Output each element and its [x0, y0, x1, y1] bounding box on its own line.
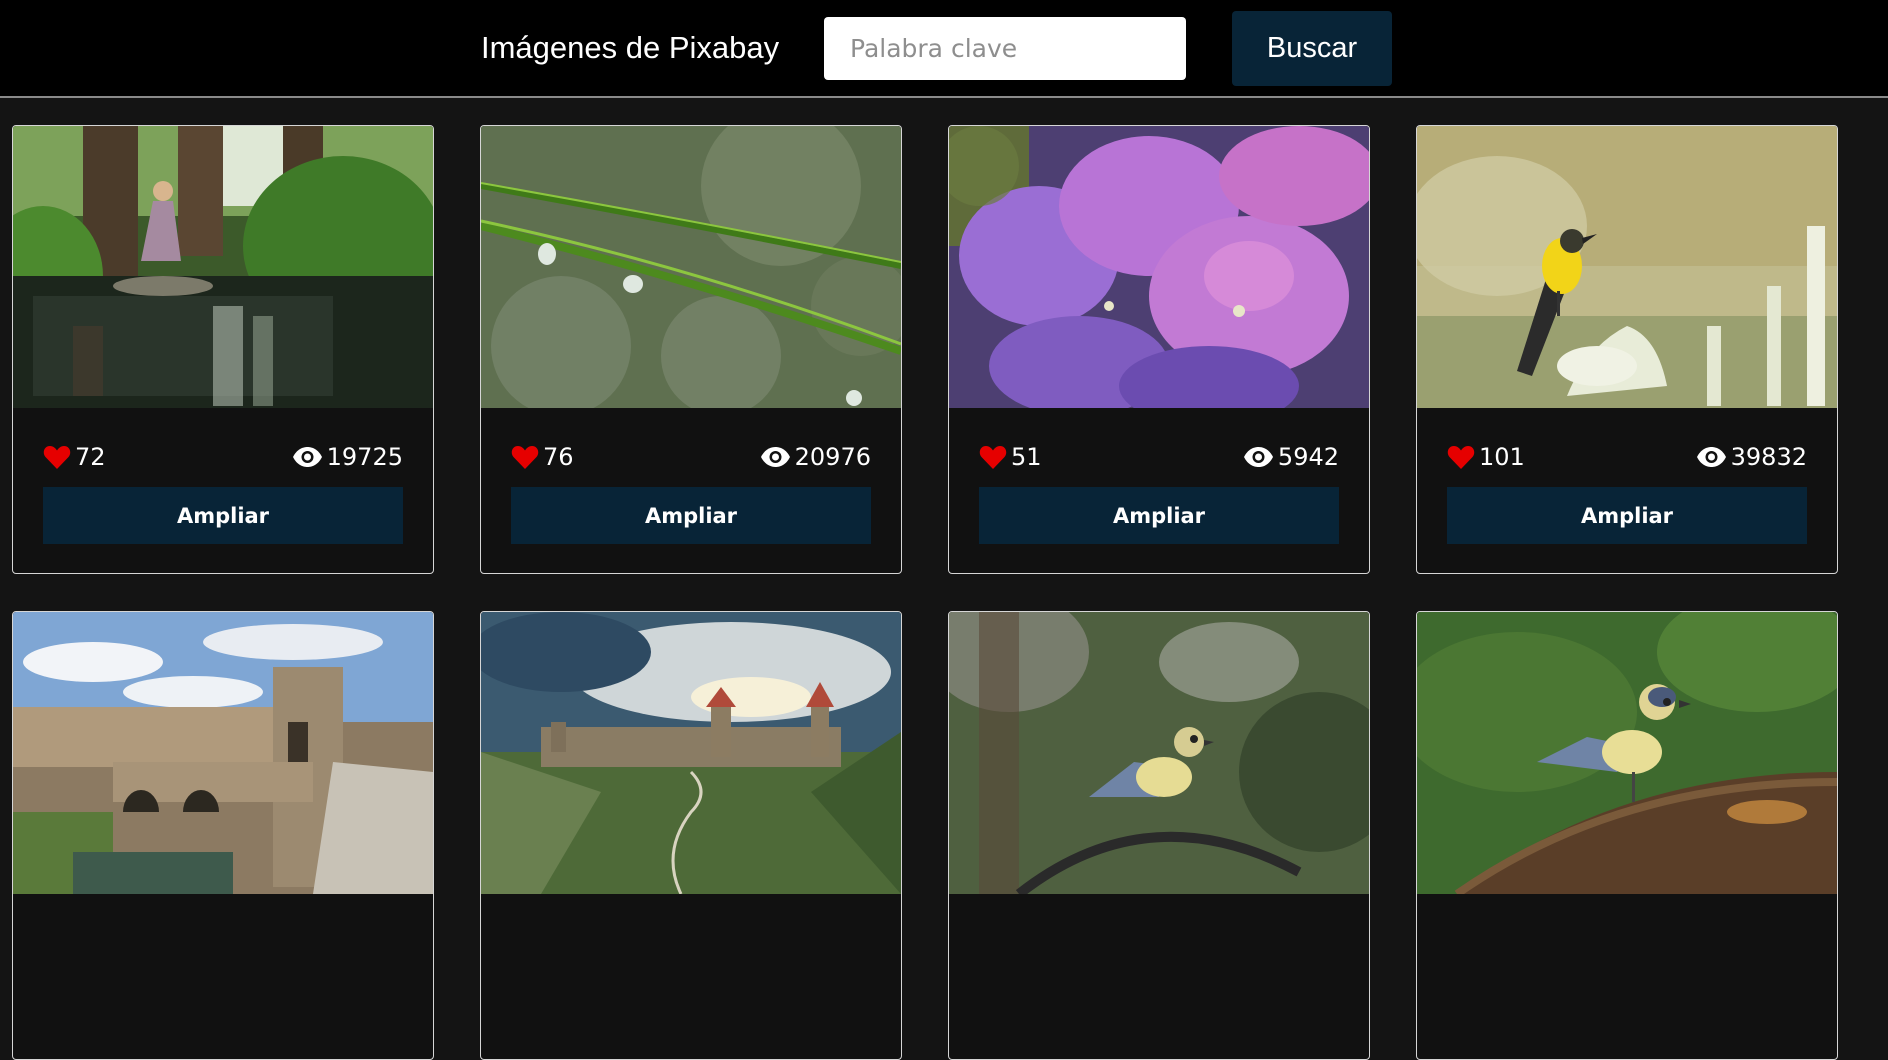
photo-purple-hydrangea — [949, 126, 1369, 408]
image-thumbnail[interactable] — [481, 612, 901, 894]
likes-count: 101 — [1447, 440, 1525, 474]
views-value: 20976 — [794, 443, 871, 471]
photo-grass-water-drops — [481, 126, 901, 408]
image-thumbnail[interactable] — [1417, 126, 1837, 408]
views-count: 5942 — [1243, 440, 1339, 474]
image-thumbnail[interactable] — [949, 612, 1369, 894]
photo-yellow-bird-flowers — [1417, 126, 1837, 408]
enlarge-button[interactable]: Ampliar — [511, 487, 871, 544]
eye-icon — [760, 447, 790, 467]
heart-icon — [979, 446, 1007, 469]
site-title: Imágenes de Pixabay — [481, 30, 780, 65]
enlarge-button[interactable]: Ampliar — [1447, 487, 1807, 544]
image-card: 72 19725 Ampliar — [12, 125, 434, 574]
image-thumbnail[interactable] — [13, 126, 433, 408]
views-value: 19725 — [326, 443, 403, 471]
photo-castle-valley — [481, 612, 901, 894]
eye-icon — [1696, 447, 1726, 467]
image-card — [1416, 611, 1838, 1060]
views-value: 39832 — [1730, 443, 1807, 471]
photo-blue-tit-barrel — [1417, 612, 1837, 894]
image-card — [480, 611, 902, 1060]
image-thumbnail[interactable] — [949, 126, 1369, 408]
heart-icon — [43, 446, 71, 469]
image-card: 76 20976 Ampliar — [480, 125, 902, 574]
likes-value: 76 — [543, 443, 574, 471]
heart-icon — [1447, 446, 1475, 469]
image-thumbnail[interactable] — [481, 126, 901, 408]
likes-count: 72 — [43, 440, 106, 474]
search-button[interactable]: Buscar — [1232, 11, 1392, 86]
image-thumbnail[interactable] — [13, 612, 433, 894]
likes-value: 72 — [75, 443, 106, 471]
image-thumbnail[interactable] — [1417, 612, 1837, 894]
views-count: 39832 — [1696, 440, 1807, 474]
eye-icon — [292, 447, 322, 467]
image-card: 101 39832 Ampliar — [1416, 125, 1838, 574]
views-count: 19725 — [292, 440, 403, 474]
views-count: 20976 — [760, 440, 871, 474]
heart-icon — [511, 446, 539, 469]
keyword-search-input[interactable] — [824, 17, 1186, 80]
photo-girl-forest-stream — [13, 126, 433, 408]
top-bar: Imágenes de Pixabay Buscar — [0, 0, 1888, 98]
likes-count: 51 — [979, 440, 1042, 474]
image-card — [12, 611, 434, 1060]
views-value: 5942 — [1277, 443, 1339, 471]
photo-stone-bridge-village — [13, 612, 433, 894]
image-card — [948, 611, 1370, 1060]
likes-count: 76 — [511, 440, 574, 474]
enlarge-button[interactable]: Ampliar — [979, 487, 1339, 544]
eye-icon — [1243, 447, 1273, 467]
likes-value: 101 — [1479, 443, 1525, 471]
photo-blue-tit-branch — [949, 612, 1369, 894]
image-card: 51 5942 Ampliar — [948, 125, 1370, 574]
likes-value: 51 — [1011, 443, 1042, 471]
enlarge-button[interactable]: Ampliar — [43, 487, 403, 544]
